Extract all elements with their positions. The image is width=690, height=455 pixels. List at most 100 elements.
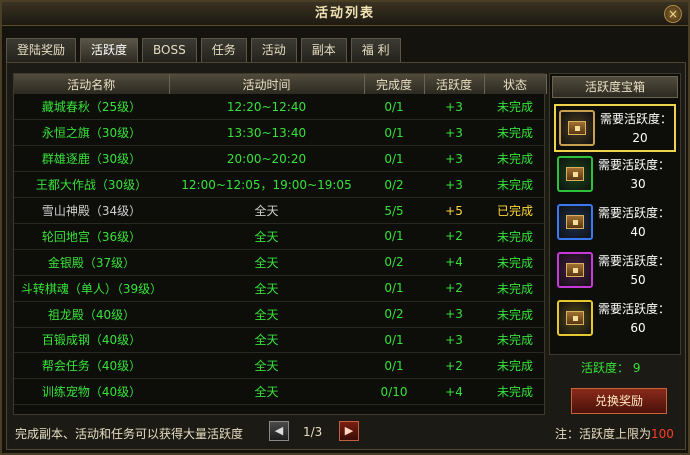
redeem-button[interactable]: 兑换奖励 xyxy=(571,388,667,414)
tab-6[interactable]: 福 利 xyxy=(350,38,401,62)
cell-activity: +5 xyxy=(424,197,484,224)
cell-progress: 0/1 xyxy=(364,275,424,302)
title-bar: 活动列表 × xyxy=(2,2,688,26)
table-row[interactable]: 雪山神殿（34级） 全天 5/5 +5 已完成 xyxy=(14,197,546,224)
cell-progress: 5/5 xyxy=(364,197,424,224)
chest-requirement: 需要活跃度： 30 xyxy=(598,156,678,191)
cell-progress: 0/1 xyxy=(364,119,424,147)
table-row[interactable]: 轮回地宫（36级） 全天 0/1 +2 未完成 xyxy=(14,223,546,250)
cell-status: 未完成 xyxy=(484,94,546,121)
chest-requirement: 需要活跃度： 40 xyxy=(598,204,678,239)
chest-bronze-icon[interactable] xyxy=(559,110,595,146)
cell-time: 全天 xyxy=(169,275,364,302)
table-row[interactable]: 百锻成钢（40级） 全天 0/1 +3 未完成 xyxy=(14,327,546,354)
activity-window: 活动列表 × 登陆奖励 活跃度 BOSS 任务 活动 副本福 利 活动名称 活动时间 完成度活… xyxy=(0,0,690,455)
chest-panel-header: 活跃度宝箱 xyxy=(552,76,678,98)
content-frame: 活动名称 活动时间 完成度 活跃度 状态 藏城春秋（25级） 12:20~12:40 0/1… xyxy=(6,62,686,450)
cell-name: 轮回地宫（36级） xyxy=(14,223,169,250)
chest-reward-0[interactable]: 需要活跃度： 20 xyxy=(554,104,676,152)
tab-4[interactable]: 活动 xyxy=(250,38,297,62)
chest-requirement-label: 需要活跃度： xyxy=(600,112,673,126)
chest-reward-4[interactable]: 需要活跃度： 60 xyxy=(554,296,676,344)
table-row[interactable]: 群雄逐鹿（30级） 20:00~20:20 0/1 +3 未完成 xyxy=(14,145,546,173)
cell-name: 群雄逐鹿（30级） xyxy=(14,145,169,173)
cell-activity: +3 xyxy=(424,94,484,121)
chest-graphic xyxy=(566,167,584,181)
column-header: 完成度 xyxy=(364,74,425,94)
cell-status: 未完成 xyxy=(484,145,546,173)
cell-name: 帮会任务（40级） xyxy=(14,352,169,380)
chest-reward-2[interactable]: 需要活跃度： 40 xyxy=(554,200,676,248)
column-header: 状态 xyxy=(484,74,547,94)
cell-name: 藏城春秋（25级） xyxy=(14,94,169,121)
cell-status: 未完成 xyxy=(484,327,546,354)
table-row[interactable]: 训练宠物（40级） 全天 0/10 +4 未完成 xyxy=(14,378,546,406)
chest-requirement-label: 需要活跃度： xyxy=(598,206,671,220)
cell-activity: +4 xyxy=(424,378,484,406)
cell-activity: +2 xyxy=(424,223,484,250)
cell-status: 未完成 xyxy=(484,301,546,328)
activity-cap-note: 注：活跃度上限为100 xyxy=(555,425,674,442)
table-row[interactable]: 祖龙殿（40级） 全天 0/2 +3 未完成 xyxy=(14,301,546,328)
close-button[interactable]: × xyxy=(664,5,682,23)
tab-2[interactable]: BOSS xyxy=(142,38,197,62)
tab-1[interactable]: 活跃度 xyxy=(80,38,139,62)
chest-purple-icon[interactable] xyxy=(557,252,593,288)
chest-reward-3[interactable]: 需要活跃度： 50 xyxy=(554,248,676,296)
cell-status: 已完成 xyxy=(484,197,546,224)
chest-requirement: 需要活跃度： 20 xyxy=(600,110,680,145)
chest-gold-icon[interactable] xyxy=(557,300,593,336)
tab-0[interactable]: 登陆奖励 xyxy=(6,38,77,62)
chest-requirement-label: 需要活跃度： xyxy=(598,254,671,268)
cell-activity: +4 xyxy=(424,249,484,276)
chest-requirement-label: 需要活跃度： xyxy=(598,302,671,316)
cell-time: 全天 xyxy=(169,378,364,406)
cell-activity: +3 xyxy=(424,145,484,173)
chest-requirement-value: 20 xyxy=(632,131,648,145)
chest-graphic xyxy=(566,263,584,277)
cell-time: 12:00~12:05，19:00~19:05 xyxy=(169,171,364,199)
chest-reward-1[interactable]: 需要活跃度： 30 xyxy=(554,152,676,200)
tab-5[interactable]: 副本 xyxy=(300,38,347,62)
table-header-row: 活动名称 活动时间 完成度 活跃度 状态 xyxy=(14,74,547,94)
cell-activity: +3 xyxy=(424,119,484,147)
prev-page-button[interactable]: ◀ xyxy=(269,421,289,441)
tab-bar: 登陆奖励 活跃度 BOSS 任务 活动 副本福 利 xyxy=(6,38,405,62)
window-title: 活动列表 xyxy=(314,6,375,21)
column-header: 活动时间 xyxy=(169,74,365,94)
chest-requirement-value: 30 xyxy=(630,177,646,191)
chest-requirement: 需要活跃度： 60 xyxy=(598,300,678,335)
chest-green-icon[interactable] xyxy=(557,156,593,192)
column-header: 活跃度 xyxy=(424,74,485,94)
cell-status: 未完成 xyxy=(484,275,546,302)
activity-cap-prefix: 注：活跃度上限为 xyxy=(555,427,652,441)
chest-graphic xyxy=(566,215,584,229)
table-row[interactable]: 王都大作战（30级） 12:00~12:05，19:00~19:05 0/2 +3 未完… xyxy=(14,171,546,199)
table-row[interactable]: 帮会任务（40级） 全天 0/1 +2 未完成 xyxy=(14,352,546,380)
chest-graphic xyxy=(566,311,584,325)
chest-requirement: 需要活跃度： 50 xyxy=(598,252,678,287)
cell-activity: +3 xyxy=(424,327,484,354)
cell-time: 全天 xyxy=(169,197,364,224)
activity-points-value: 9 xyxy=(632,361,641,375)
activity-table-panel: 活动名称 活动时间 完成度 活跃度 状态 藏城春秋（25级） 12:20~12:40 0/1… xyxy=(13,73,547,415)
chest-graphic xyxy=(568,121,586,135)
table-row[interactable]: 斗转棋魂（单人）（39级） 全天 0/1 +2 未完成 xyxy=(14,275,546,302)
table-row[interactable]: 永恒之旗（30级） 13:30~13:40 0/1 +3 未完成 xyxy=(14,119,546,147)
cell-time: 12:20~12:40 xyxy=(169,94,364,121)
cell-progress: 0/1 xyxy=(364,145,424,173)
table-row[interactable]: 金银殿（37级） 全天 0/2 +4 未完成 xyxy=(14,249,546,276)
tab-3[interactable]: 任务 xyxy=(200,38,247,62)
cell-activity: +2 xyxy=(424,352,484,380)
cell-status: 未完成 xyxy=(484,223,546,250)
cell-progress: 0/2 xyxy=(364,171,424,199)
cell-time: 全天 xyxy=(169,327,364,354)
cell-name: 百锻成钢（40级） xyxy=(14,327,169,354)
table-row[interactable]: 藏城春秋（25级） 12:20~12:40 0/1 +3 未完成 xyxy=(14,94,546,121)
cell-status: 未完成 xyxy=(484,171,546,199)
chest-blue-icon[interactable] xyxy=(557,204,593,240)
next-page-button[interactable]: ▶ xyxy=(339,421,359,441)
activity-points-label: 活跃度： xyxy=(581,361,630,375)
cell-name: 雪山神殿（34级） xyxy=(14,197,169,224)
cell-progress: 0/1 xyxy=(364,352,424,380)
